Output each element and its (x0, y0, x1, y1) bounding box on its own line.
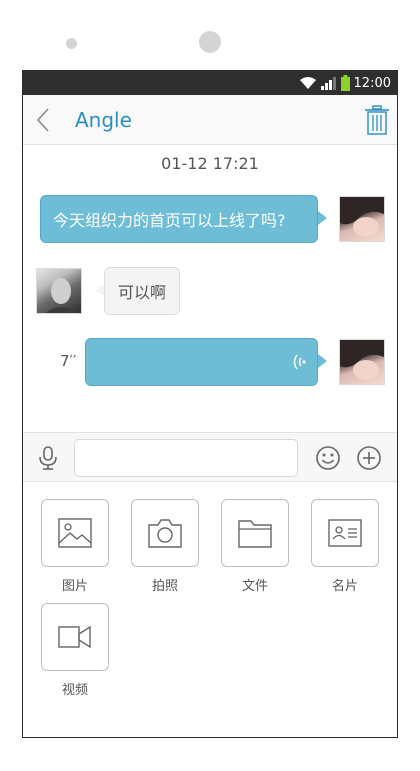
wifi-icon (299, 77, 316, 89)
message-text: 今天组织力的首页可以上线了吗? (53, 211, 286, 230)
tool-button[interactable] (41, 499, 109, 567)
tool-contact-card[interactable]: 名片 (311, 499, 379, 594)
avatar-self[interactable] (339, 339, 385, 385)
tool-file[interactable]: 文件 (221, 499, 289, 594)
tool-video[interactable]: 视频 (41, 603, 109, 698)
chevron-left-icon (36, 107, 49, 132)
voice-wave-icon (293, 354, 306, 370)
avatar-contact[interactable] (36, 268, 82, 314)
avatar-image (340, 197, 384, 237)
message-bubble-outgoing[interactable]: 今天组织力的首页可以上线了吗? (40, 195, 318, 243)
voice-input-button[interactable] (35, 445, 61, 471)
bubble-tail (318, 211, 327, 225)
device-sensor (66, 38, 77, 49)
message-list: 01-12 17:21 今天组织力的首页可以上线了吗? 可以啊 7′′ (23, 146, 397, 432)
image-icon (58, 518, 92, 548)
tool-button[interactable] (131, 499, 199, 567)
tool-button[interactable] (41, 603, 109, 671)
message-timestamp: 01-12 17:21 (161, 154, 259, 173)
avatar-image (340, 340, 384, 380)
attachment-panel: 图片 拍照 文件 名片 视频 (23, 482, 397, 737)
video-icon (58, 625, 91, 649)
tool-label: 视频 (61, 683, 88, 698)
device-camera (199, 31, 221, 53)
message-text: 可以啊 (117, 283, 166, 302)
plus-circle-icon (357, 446, 381, 470)
tool-label: 拍照 (151, 579, 178, 594)
voice-duration: 7′′ (60, 352, 77, 370)
message-bubble-incoming[interactable]: 可以啊 (104, 267, 180, 315)
bubble-tail (318, 354, 327, 368)
more-button[interactable] (356, 445, 382, 471)
tool-button[interactable] (311, 499, 379, 567)
tool-label: 名片 (331, 579, 358, 594)
avatar-image (45, 278, 77, 313)
status-bar: 12:00 (23, 71, 397, 95)
tool-label: 文件 (241, 579, 268, 594)
message-input[interactable] (74, 439, 298, 477)
smiley-icon (316, 446, 340, 470)
tool-button[interactable] (221, 499, 289, 567)
signal-icon (320, 77, 336, 90)
tool-label: 图片 (61, 579, 88, 594)
input-bar (23, 432, 397, 482)
microphone-icon (39, 446, 57, 470)
battery-icon (340, 75, 350, 91)
avatar-self[interactable] (339, 196, 385, 242)
camera-icon (148, 519, 182, 548)
emoji-button[interactable] (315, 445, 341, 471)
status-time: 12:00 (353, 75, 391, 91)
chat-header: Angle (23, 95, 397, 145)
tool-image[interactable]: 图片 (41, 499, 109, 594)
voice-message-bubble[interactable] (85, 338, 318, 386)
tool-camera[interactable]: 拍照 (131, 499, 199, 594)
contact-card-icon (328, 519, 362, 547)
page-title: Angle (75, 107, 132, 132)
phone-screen: 12:00 Angle 01-12 17:21 今天组织力的首页可以上线了吗? (22, 70, 398, 738)
trash-icon (365, 104, 389, 135)
delete-button[interactable] (357, 95, 397, 145)
folder-icon (238, 520, 272, 548)
back-button[interactable] (23, 95, 63, 145)
